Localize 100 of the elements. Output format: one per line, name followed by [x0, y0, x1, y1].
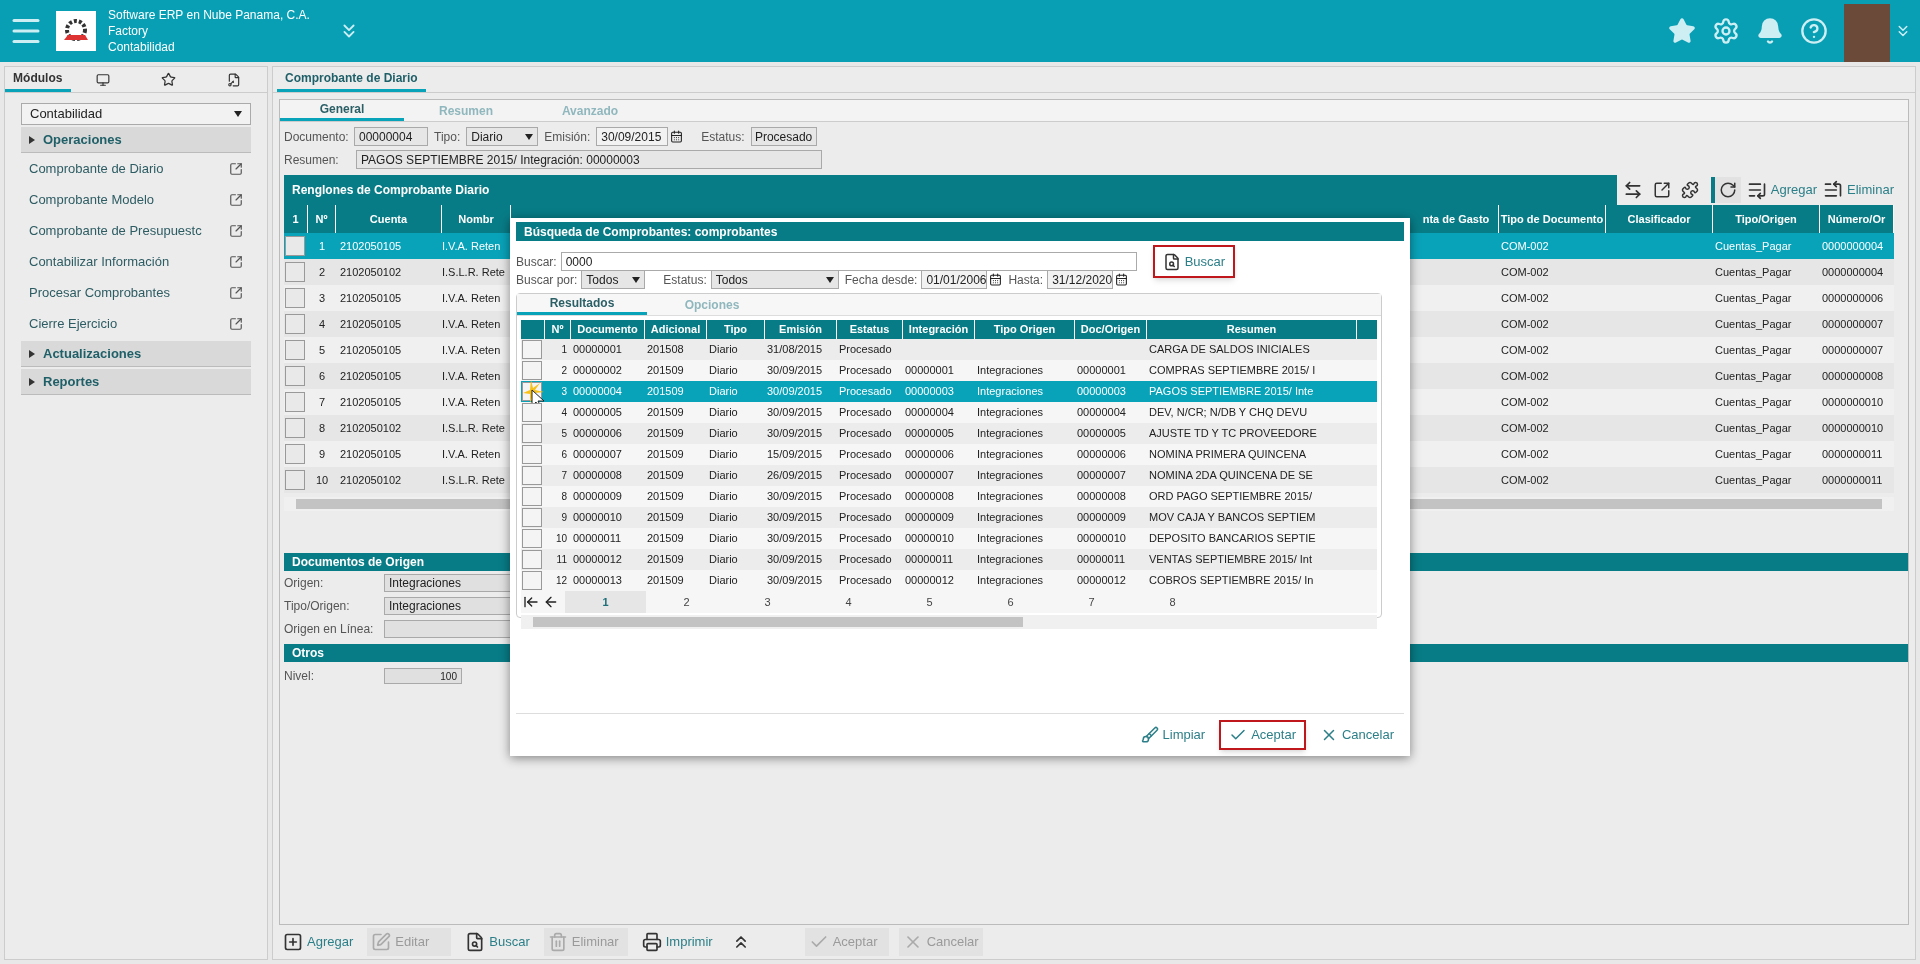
table-cell-text: 00000013	[572, 573, 623, 589]
table-cell-text: COM-002	[1500, 394, 1550, 410]
table-cell-text: 00000006	[904, 447, 955, 463]
filter-label: Buscar por:	[516, 271, 578, 289]
table-cell-text: 00000001	[904, 363, 955, 379]
table-cell-text: 00000003	[904, 384, 955, 400]
table-cell-text: 00000011	[1076, 552, 1127, 568]
table-cell-text: Integraciones	[976, 405, 1045, 421]
table-cell-text: 7	[317, 394, 327, 410]
table-cell-text: COM-002	[1500, 290, 1550, 306]
table-cell-text: 00000003	[1076, 384, 1127, 400]
table-cell-text: 0000000006	[1821, 290, 1885, 306]
filter-label: Fecha desde:	[844, 271, 918, 289]
module-name: Contabilidad	[108, 39, 176, 55]
table-cell-text: Integraciones	[976, 573, 1045, 589]
table-cell-text: COM-002	[1500, 238, 1550, 254]
table-cell-text: 201509	[646, 573, 685, 589]
field-label: Documento:	[284, 128, 348, 146]
section-header: Renglones de Comprobante Diario	[284, 175, 1617, 205]
table-cell-text: 31/08/2015	[766, 342, 824, 358]
table-cell-text: 00000009	[904, 510, 955, 526]
table-cell-text: Diario	[708, 510, 739, 526]
table-cell-text: 0000000004	[1821, 264, 1885, 280]
table-cell-text: COM-002	[1500, 342, 1550, 358]
table-cell-text: Diario	[708, 531, 739, 547]
table-cell-text: 3	[560, 385, 568, 399]
table-cell-text: 00000004	[1076, 405, 1127, 421]
company-name: Software ERP en Nube Panama, C.A.	[108, 7, 310, 23]
table-cell-text: Procesado	[838, 573, 893, 589]
site-name: Factory	[108, 23, 149, 39]
table-cell-text: 2102050102	[339, 420, 403, 436]
table-cell-text: 2	[317, 264, 327, 280]
table-cell-text: MOV CAJA Y BANCOS SEPTIEM	[1148, 510, 1317, 526]
table-cell-text: Procesado	[838, 363, 893, 379]
table-cell-text: 30/09/2015	[766, 573, 824, 589]
table-cell-text: 00000009	[1076, 510, 1127, 526]
table-cell-text: 00000001	[572, 342, 623, 358]
table-cell-text: Integraciones	[976, 531, 1045, 547]
table-cell-text: Procesado	[838, 405, 893, 421]
table-cell-text: 30/09/2015	[766, 384, 824, 400]
input-field: 100	[384, 668, 462, 684]
table-cell-text: 2102050105	[339, 342, 403, 358]
table-cell-text: 0000000008	[1821, 368, 1885, 384]
table-cell-text: 00000004	[572, 384, 623, 400]
table-cell-text: 8	[317, 420, 327, 436]
table-cell-text: 9	[317, 446, 327, 462]
table-cell-text: 201509	[646, 531, 685, 547]
table-cell-text: 26/09/2015	[766, 468, 824, 484]
input-field: PAGOS SEPTIEMBRE 2015/ Integración: 00000003	[356, 150, 822, 169]
table-cell-text: Integraciones	[976, 363, 1045, 379]
table-cell-text: 201509	[646, 447, 685, 463]
table-cell-text: Cuentas_Pagar	[1714, 316, 1793, 332]
table-cell-text: 0000000007	[1821, 342, 1885, 358]
table-cell-text: 00000011	[904, 552, 955, 568]
table-cell-text: Procesado	[838, 426, 893, 442]
table-cell-text: 00000012	[572, 552, 623, 568]
table-cell-text: I.S.L.R. Rete	[442, 264, 506, 280]
table-cell-text: 2102050105	[339, 368, 403, 384]
table-cell-text: Diario	[708, 468, 739, 484]
table-cell-text: 30/09/2015	[766, 552, 824, 568]
search-label: Buscar:	[516, 253, 557, 271]
table-cell-text: 30/09/2015	[766, 531, 824, 547]
table-cell-text: 2102050105	[339, 394, 403, 410]
table-cell-text: 201509	[646, 510, 685, 526]
table-cell-text: 00000007	[572, 447, 623, 463]
table-cell-text: Diario	[708, 573, 739, 589]
table-cell-text: 2102050105	[339, 446, 403, 462]
table-cell-text: Integraciones	[976, 510, 1045, 526]
table-cell-text: 6	[560, 448, 568, 462]
table-cell-text: Diario	[708, 363, 739, 379]
table-cell-text: Cuentas_Pagar	[1714, 290, 1793, 306]
table-cell-text: 2102050102	[339, 264, 403, 280]
table-cell-text: Procesado	[838, 342, 893, 358]
table-cell-text: I.V.A. Reten	[442, 342, 502, 358]
field-label: Nivel:	[284, 668, 315, 685]
table-cell-text: 00000012	[904, 573, 955, 589]
table-cell-text: 7	[560, 469, 568, 483]
table-cell-text: 0000000007	[1821, 316, 1885, 332]
table-cell-text: I.V.A. Reten	[442, 290, 502, 306]
table-cell-text: 4	[317, 316, 327, 332]
table-cell-text: Procesado	[838, 531, 893, 547]
table-cell-text: Diario	[708, 384, 739, 400]
table-cell-text: Cuentas_Pagar	[1714, 446, 1793, 462]
filter-label: Hasta:	[1008, 271, 1044, 289]
table-cell-text: 1	[560, 343, 568, 357]
table-cell-text: 00000001	[1076, 363, 1127, 379]
table-cell-text: 00000010	[1076, 531, 1127, 547]
table-cell-text: Cuentas_Pagar	[1714, 420, 1793, 436]
table-cell-text: 1	[317, 238, 327, 254]
table-cell-text: 30/09/2015	[766, 405, 824, 421]
table-cell-text: 30/09/2015	[766, 363, 824, 379]
table-cell-text: 2102050102	[339, 472, 403, 488]
table-cell-text: Diario	[708, 552, 739, 568]
table-cell-text: COM-002	[1500, 446, 1550, 462]
table-cell-text: 11	[555, 553, 568, 567]
field-label: Resumen:	[284, 151, 340, 169]
table-cell-text: 00000010	[904, 531, 955, 547]
table-cell-text: 00000008	[572, 468, 623, 484]
dialog-title: Búsqueda de Comprobantes: comprobantes	[516, 222, 1404, 241]
table-cell-text: 0000000010	[1821, 394, 1885, 410]
